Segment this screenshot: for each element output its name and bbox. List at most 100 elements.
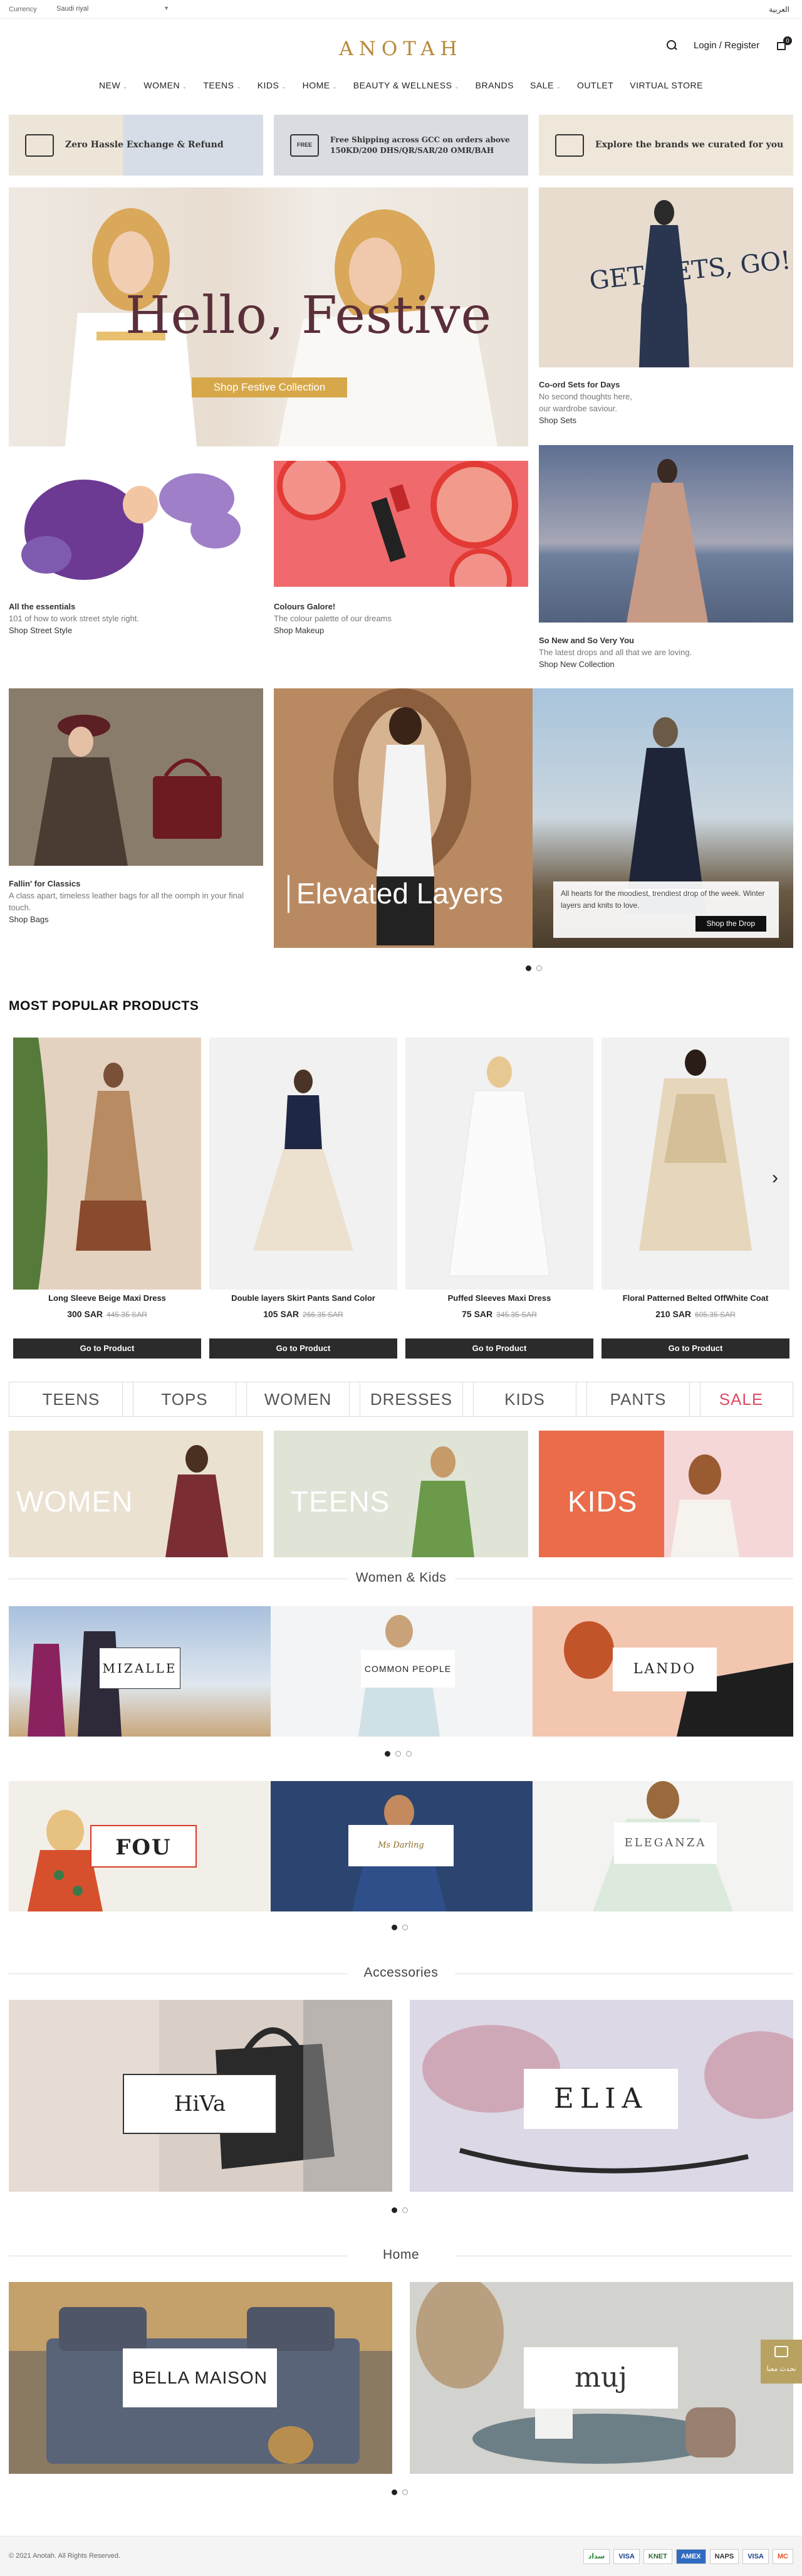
nav-item-kids[interactable]: KIDS ⌄ <box>258 80 286 90</box>
promo-free-shipping[interactable]: FREE Free Shipping across GCC on orders … <box>274 115 528 176</box>
search-icon[interactable] <box>666 39 677 51</box>
sadad-icon: سداد <box>583 2549 610 2564</box>
carousel-dot[interactable] <box>526 965 531 971</box>
carousel-dot[interactable] <box>402 2207 408 2213</box>
login-register-link[interactable]: Login / Register <box>694 40 759 51</box>
brand-tile-lando[interactable]: LANDO <box>533 1606 793 1737</box>
chip-dresses[interactable]: DRESSES <box>349 1382 474 1417</box>
elevated-layers-banner[interactable]: Elevated Layers All hearts for the moodi… <box>274 688 793 948</box>
product-name[interactable]: Puffed Sleeves Maxi Dress <box>405 1293 593 1303</box>
brand-logo-bella-maison: BELLA MAISON <box>123 2348 277 2407</box>
chip-women[interactable]: WOMEN <box>236 1382 360 1417</box>
nav-item-home[interactable]: HOME ⌄ <box>303 80 337 90</box>
nav-label: TEENS <box>203 80 234 90</box>
new-drops-desc: The latest drops and all that we are lov… <box>539 648 692 657</box>
sets-banner[interactable]: GET, SETS, GO! <box>539 187 793 367</box>
brand-tile-fou[interactable]: FOU <box>9 1781 271 1911</box>
go-to-product-button[interactable]: Go to Product <box>405 1338 593 1359</box>
hero-carousel-dots <box>526 965 542 971</box>
chevron-down-icon: ⌄ <box>556 84 561 90</box>
nav-item-brands[interactable]: BRANDS <box>476 80 514 90</box>
chip-tops[interactable]: TOPS <box>122 1382 247 1417</box>
language-switch[interactable]: العربية <box>769 5 789 14</box>
shop-bags-link[interactable]: Shop Bags <box>9 913 263 925</box>
classics-banner[interactable] <box>9 688 263 866</box>
shop-sets-link[interactable]: Shop Sets <box>539 414 632 426</box>
chat-button[interactable]: تحدث معنا <box>761 2340 802 2384</box>
nav-item-women[interactable]: WOMEN ⌄ <box>143 80 187 90</box>
header-actions: Login / Register 0 <box>666 36 792 54</box>
popular-title: MOST POPULAR PRODUCTS <box>9 999 199 1013</box>
shop-new-collection-link[interactable]: Shop New Collection <box>539 658 692 670</box>
shop-makeup-link[interactable]: Shop Makeup <box>274 624 392 636</box>
gift-icon <box>555 134 584 157</box>
carousel-dot[interactable] <box>536 965 542 971</box>
brand-tile-ms-darling[interactable]: Ms Darling <box>271 1781 533 1911</box>
product-card[interactable]: Double layers Skirt Pants Sand Color 105… <box>209 1038 397 1360</box>
new-drops-banner[interactable] <box>539 445 793 623</box>
carousel-dot[interactable] <box>392 2489 397 2495</box>
carousel-dot[interactable] <box>392 1925 397 1930</box>
colours-desc: The colour palette of our dreams <box>274 614 392 623</box>
nav-item-teens[interactable]: TEENS ⌄ <box>203 80 241 90</box>
product-card[interactable]: Long Sleeve Beige Maxi Dress 300 SAR 445.… <box>13 1038 201 1360</box>
brand-tile-bella-maison[interactable]: BELLA MAISON <box>9 2282 392 2474</box>
nav-item-outlet[interactable]: OUTLET <box>577 80 613 90</box>
essentials-banner[interactable] <box>9 461 263 587</box>
brand-tile-hiva[interactable]: HiVa <box>9 2000 392 2192</box>
nav-label: BRANDS <box>475 80 514 90</box>
promo-brands[interactable]: Explore the brands we curated for you <box>539 115 793 176</box>
carousel-dot[interactable] <box>385 1751 390 1757</box>
mastercard-icon: MC <box>772 2549 793 2564</box>
current-price: 75 SAR <box>462 1309 493 1319</box>
promo-exchange-refund[interactable]: Zero Hassle Exchange & Refund <box>9 115 263 176</box>
chip-teens[interactable]: TEENS <box>9 1382 133 1417</box>
chip-pants[interactable]: PANTS <box>576 1382 700 1417</box>
chevron-down-icon: ⌄ <box>454 84 459 90</box>
carousel-dot[interactable] <box>406 1751 412 1757</box>
carousel-dot[interactable] <box>395 1751 401 1757</box>
product-image <box>13 1038 201 1290</box>
copyright: © 2021 Anotah. All Rights Reserved. <box>9 2552 121 2560</box>
category-label-kids: KIDS <box>568 1485 638 1518</box>
nav-item-virtual-store[interactable]: VIRTUAL STORE <box>630 80 703 90</box>
go-to-product-button[interactable]: Go to Product <box>209 1338 397 1359</box>
brand-tile-mizalle[interactable]: MIZALLE <box>9 1606 271 1737</box>
carousel-dot[interactable] <box>402 2489 408 2495</box>
brand-tile-elia[interactable]: ELIA <box>410 2000 793 2192</box>
colours-banner[interactable] <box>274 461 528 587</box>
brand-logo-ms-darling: Ms Darling <box>348 1825 454 1866</box>
cart-icon[interactable]: 0 <box>776 36 792 51</box>
chevron-down-icon: ⌄ <box>123 84 128 90</box>
nav-item-sale[interactable]: SALE ⌄ <box>530 80 561 90</box>
nav-item-new[interactable]: NEW ⌄ <box>99 80 127 90</box>
chevron-right-icon[interactable]: › <box>772 1167 778 1189</box>
nav-item-beauty[interactable]: BEAUTY & WELLNESS ⌄ <box>353 80 459 90</box>
brand-logo-mizalle: MIZALLE <box>99 1648 180 1689</box>
brand-tile-muj[interactable]: muj <box>410 2282 793 2474</box>
product-card[interactable]: Puffed Sleeves Maxi Dress 75 SAR 345.35 S… <box>405 1038 593 1360</box>
currency-select[interactable]: Saudi riyal ▼ <box>56 3 169 16</box>
carousel-dot[interactable] <box>392 2207 397 2213</box>
sets-title: Co-ord Sets for Days <box>539 380 620 389</box>
essentials-caption: All the essentials 101 of how to work st… <box>9 601 139 636</box>
brand-tile-common-people[interactable]: COMMON PEOPLE <box>271 1606 533 1737</box>
go-to-product-button[interactable]: Go to Product <box>13 1338 201 1359</box>
shop-street-style-link[interactable]: Shop Street Style <box>9 624 139 636</box>
go-to-product-button[interactable]: Go to Product <box>602 1338 789 1359</box>
chip-kids[interactable]: KIDS <box>462 1382 587 1417</box>
shop-festive-button[interactable]: Shop Festive Collection <box>192 377 347 397</box>
nav-label: BEAUTY & WELLNESS <box>353 80 452 90</box>
brand-logo-hiva: HiVa <box>123 2074 277 2134</box>
brand-tile-eleganza[interactable]: ELEGANZA <box>533 1781 793 1911</box>
product-card[interactable]: Floral Patterned Belted OffWhite Coat 21… <box>602 1038 789 1360</box>
chevron-down-icon: ⌄ <box>332 84 337 90</box>
product-name[interactable]: Long Sleeve Beige Maxi Dress <box>13 1293 201 1303</box>
product-name[interactable]: Double layers Skirt Pants Sand Color <box>209 1293 397 1303</box>
shop-the-drop-button[interactable]: Shop the Drop <box>695 916 766 932</box>
main-nav: NEW ⌄ WOMEN ⌄ TEENS ⌄ KIDS ⌄ HOME ⌄ BEAUTY & … <box>0 80 802 90</box>
product-name[interactable]: Floral Patterned Belted OffWhite Coat <box>602 1293 789 1303</box>
chip-sale[interactable]: SALE <box>689 1382 793 1417</box>
carousel-dot[interactable] <box>402 1925 408 1930</box>
product-price: 105 SAR 266.35 SAR <box>209 1309 397 1319</box>
